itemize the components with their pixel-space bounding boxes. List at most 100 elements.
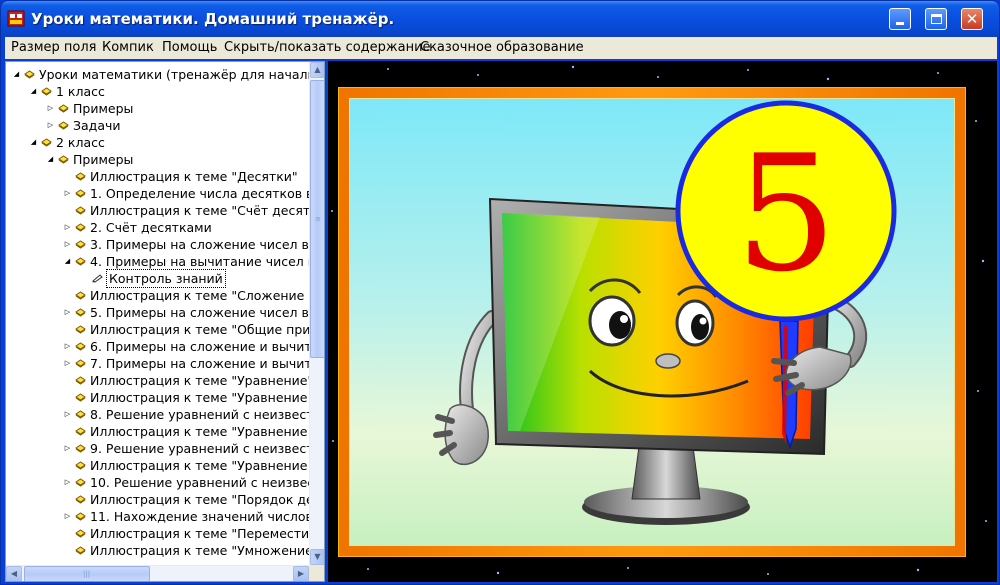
expand-toggle-icon[interactable]: ▷ [63,359,72,368]
book-icon [75,257,86,266]
book-icon [75,495,86,504]
expand-toggle-icon[interactable]: ▷ [63,512,72,521]
expand-toggle-icon[interactable]: ▷ [63,240,72,249]
grip-icon: ||| [83,570,91,578]
tree-item[interactable]: ◢ 4. Примеры на вычитание чисел в п [6,253,309,270]
tree-item[interactable]: ▷ Задачи [6,117,309,134]
vertical-scroll-thumb[interactable]: ≡ [310,80,324,358]
tree-item[interactable]: Иллюстрация к теме "Умножение" [6,542,309,559]
tree-item[interactable]: ▷ 10. Решение уравнений с неизвест [6,474,309,491]
expand-toggle-icon[interactable]: ▷ [63,189,72,198]
tree-item[interactable]: ▷ 1. Определение числа десятков в [6,185,309,202]
book-icon [75,172,86,181]
vertical-scrollbar[interactable]: ▲ ≡ ▼ [309,62,324,565]
monitor-mascot-illustration: 5 [433,100,897,525]
tree-item[interactable]: ▷ 5. Примеры на сложение чисел в пр [6,304,309,321]
close-button[interactable]: ✕ [961,8,983,30]
expand-toggle-icon[interactable]: ▷ [46,104,55,113]
horizontal-scroll-thumb[interactable]: ||| [24,566,150,581]
menu-help[interactable]: Помощь [162,40,217,55]
tree-item[interactable]: Иллюстрация к теме "Уравнение" [6,372,309,389]
tree-item-label: 5. Примеры на сложение чисел в пр [90,305,309,320]
tree-item[interactable]: ◢ 2 класс [6,134,309,151]
tree-item-label: Иллюстрация к теме "Сложение чи [90,288,309,303]
tree-item[interactable]: Иллюстрация к теме "Уравнение с [6,457,309,474]
menu-fairy-education[interactable]: Сказочное образование [420,40,584,55]
collapse-toggle-icon[interactable]: ◢ [12,70,21,79]
horizontal-scrollbar[interactable]: ◀ ||| ▶ [6,565,309,581]
collapse-toggle-icon[interactable]: ◢ [46,155,55,164]
book-icon [75,206,86,215]
grade-five-sign: 5 [735,120,837,307]
expand-toggle-icon[interactable]: ▷ [63,410,72,419]
collapse-toggle-icon[interactable]: ◢ [63,257,72,266]
scroll-down-button[interactable]: ▼ [310,549,324,565]
tree-item[interactable]: Иллюстрация к теме "Уравнение с [6,423,309,440]
book-icon [75,325,86,334]
tree-item-label: Иллюстрация к теме "Уравнение с [90,458,309,473]
tree-item[interactable]: Иллюстрация к теме "Счёт десятк [6,202,309,219]
book-icon [75,478,86,487]
tree-item[interactable]: ◢ 1 класс [6,83,309,100]
tree-item-label: 7. Примеры на сложение и вычитан [90,356,309,371]
menu-kompik[interactable]: Компик [102,40,154,55]
tree-item[interactable]: Иллюстрация к теме "Десятки" [6,168,309,185]
scroll-left-button[interactable]: ◀ [6,566,22,581]
tree-item-label: 8. Решение уравнений с неизвестн [90,407,309,422]
tree-item[interactable]: ▷ 3. Примеры на сложение чисел в пр [6,236,309,253]
tree-item[interactable]: ◢ Уроки математики (тренажёр для начально [6,66,309,83]
tree-item-label: 6. Примеры на сложение и вычитан [90,339,309,354]
expand-toggle-icon[interactable]: ▷ [63,342,72,351]
book-icon [75,393,86,402]
title-bar[interactable]: Уроки математики. Домашний тренажёр. ✕ [1,1,999,37]
tree-item-label: Примеры [73,152,134,167]
expand-toggle-icon[interactable]: ▷ [63,444,72,453]
expand-toggle-icon[interactable]: ▷ [63,223,72,232]
tree-item[interactable]: Иллюстрация к теме "Уравнение с [6,389,309,406]
tree-item[interactable]: ▷ 9. Решение уравнений с неизвестн [6,440,309,457]
tree-item[interactable]: Иллюстрация к теме "Порядок дей [6,491,309,508]
tree-item[interactable]: ◢ Примеры [6,151,309,168]
book-icon [58,104,69,113]
tree-item[interactable]: Иллюстрация к теме "Переместит [6,525,309,542]
tree-item-selected[interactable]: Контроль знаний [6,269,309,288]
scroll-right-button[interactable]: ▶ [293,566,309,581]
tree-item-label: Иллюстрация к теме "Умножение" [90,543,309,558]
book-icon [75,444,86,453]
collapse-toggle-icon[interactable]: ◢ [29,87,38,96]
tree-item-label: 3. Примеры на сложение чисел в пр [90,237,309,252]
book-icon [75,410,86,419]
book-icon [41,87,52,96]
tree-item[interactable]: Иллюстрация к теме "Сложение чи [6,287,309,304]
grip-icon: ≡ [315,215,321,223]
maximize-button[interactable] [925,8,947,30]
tree-item[interactable]: ▷ 8. Решение уравнений с неизвестн [6,406,309,423]
tree-item-label: Контроль знаний [106,269,226,288]
book-icon [75,376,86,385]
tree-item[interactable]: ▷ 2. Счёт десятками [6,219,309,236]
tree-item-label: Иллюстрация к теме "Уравнение с [90,390,309,405]
book-icon [75,240,86,249]
expand-toggle-icon[interactable]: ▷ [46,121,55,130]
illustration-pane: 5 [328,61,997,582]
app-window: Уроки математики. Домашний тренажёр. ✕ Р… [0,0,1000,585]
tree-item[interactable]: ▷ 11. Нахождение значений числовы [6,508,309,525]
menu-toggle-contents[interactable]: Скрыть/показать содержание [224,40,431,55]
tree-item-label: Иллюстрация к теме "Десятки" [90,169,298,184]
tree-item-label: 11. Нахождение значений числовы [90,509,309,524]
tree-item-label: Примеры [73,101,134,116]
expand-toggle-icon[interactable]: ▷ [63,308,72,317]
scrollbar-corner [309,565,324,581]
tree-item[interactable]: Иллюстрация к теме "Общие приём [6,321,309,338]
book-icon [75,359,86,368]
tree-item[interactable]: ▷ Примеры [6,100,309,117]
scroll-up-button[interactable]: ▲ [310,62,324,78]
tree-item[interactable]: ▷ 6. Примеры на сложение и вычитан [6,338,309,355]
collapse-toggle-icon[interactable]: ◢ [29,138,38,147]
expand-toggle-icon[interactable]: ▷ [63,478,72,487]
minimize-button[interactable] [889,8,911,30]
menu-field-size[interactable]: Размер поля [11,40,97,55]
illustration-frame: 5 [338,87,966,557]
tree-item[interactable]: ▷ 7. Примеры на сложение и вычитан [6,355,309,372]
tree-item-label: Уроки математики (тренажёр для начально [39,67,309,82]
